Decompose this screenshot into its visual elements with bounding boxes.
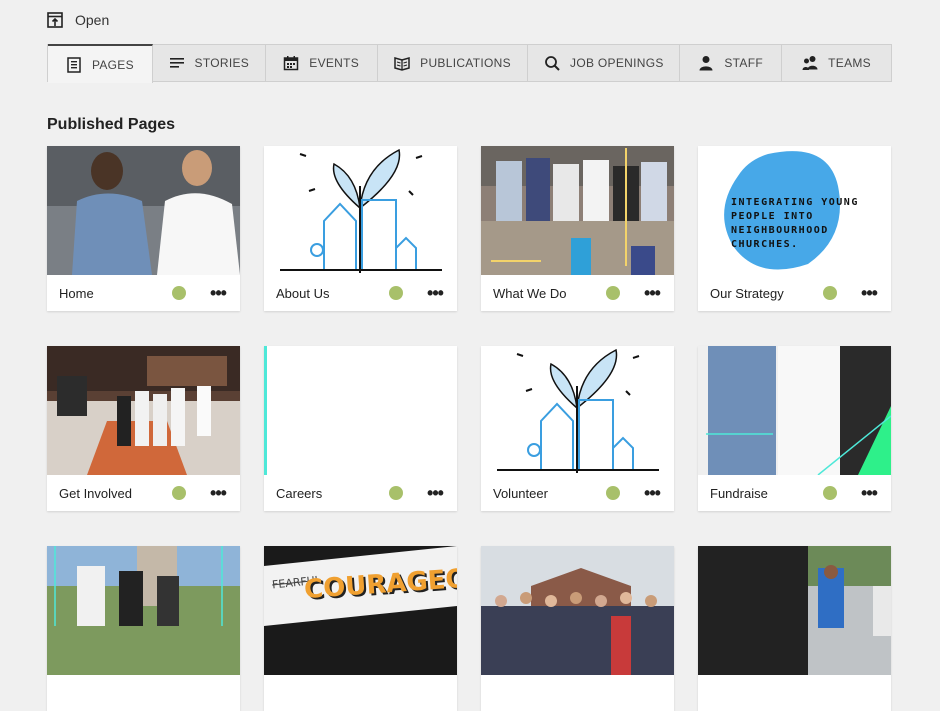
card-title: Home	[59, 285, 94, 301]
status-indicator	[389, 286, 403, 300]
more-options-icon[interactable]: •••	[425, 484, 445, 502]
card-title: What We Do	[493, 285, 567, 301]
page-card-row3-3[interactable]	[481, 546, 674, 711]
page-card-what-we-do[interactable]: What We Do •••	[481, 146, 674, 311]
page-thumbnail	[264, 146, 457, 275]
card-footer: What We Do •••	[481, 275, 674, 311]
card-footer: Volunteer •••	[481, 475, 674, 511]
card-title: Volunteer	[493, 485, 548, 501]
card-footer: Our Strategy •••	[698, 275, 891, 311]
more-options-icon[interactable]: •••	[208, 284, 228, 302]
more-options-icon[interactable]: •••	[859, 484, 879, 502]
card-title: Our Strategy	[710, 285, 784, 301]
page-thumbnail	[264, 346, 457, 475]
sprout-city-illustration	[481, 346, 674, 475]
tab-stories[interactable]: STORIES	[153, 45, 266, 81]
status-indicator	[606, 486, 620, 500]
tab-pages[interactable]: PAGES	[48, 44, 153, 83]
more-options-icon[interactable]: •••	[642, 284, 662, 302]
page-thumbnail: FEARFUL COURAGEOUS	[264, 546, 457, 675]
group-icon	[802, 56, 818, 70]
tab-label: EVENTS	[309, 56, 360, 70]
tab-job-openings[interactable]: JOB OPENINGS	[528, 45, 681, 81]
card-footer: Get Involved •••	[47, 475, 240, 511]
page-thumbnail: INTEGRATING YOUNG PEOPLE INTO NEIGHBOURH…	[698, 146, 891, 275]
card-title: Get Involved	[59, 485, 132, 501]
status-indicator	[823, 286, 837, 300]
page-thumbnail	[698, 546, 891, 675]
status-indicator	[606, 286, 620, 300]
page-card-our-strategy[interactable]: INTEGRATING YOUNG PEOPLE INTO NEIGHBOURH…	[698, 146, 891, 311]
page-thumbnail	[47, 146, 240, 275]
section-title: Published Pages	[47, 116, 176, 133]
page-card-row3-1[interactable]	[47, 546, 240, 711]
more-options-icon[interactable]: •••	[642, 484, 662, 502]
page-card-about-us[interactable]: About Us •••	[264, 146, 457, 311]
search-icon	[545, 56, 560, 71]
book-icon	[394, 57, 410, 71]
tab-events[interactable]: EVENTS	[266, 45, 378, 81]
page-card-row3-2[interactable]: FEARFUL COURAGEOUS	[264, 546, 457, 711]
page-card-fundraise[interactable]: Fundraise •••	[698, 346, 891, 511]
status-indicator	[389, 486, 403, 500]
person-icon	[699, 56, 713, 71]
status-indicator	[172, 486, 186, 500]
tab-label: PAGES	[91, 57, 134, 72]
page-card-get-involved[interactable]: Get Involved •••	[47, 346, 240, 511]
tab-label: STORIES	[194, 56, 250, 70]
tab-publications[interactable]: PUBLICATIONS	[378, 45, 529, 81]
card-footer: Careers •••	[264, 475, 457, 511]
card-title: About Us	[276, 285, 330, 301]
page-thumbnail	[481, 146, 674, 275]
page-thumbnail	[481, 346, 674, 475]
card-title: Careers	[276, 485, 323, 501]
tab-label: TEAMS	[828, 56, 871, 70]
open-control[interactable]: Open	[47, 10, 109, 30]
page-card-volunteer[interactable]: Volunteer •••	[481, 346, 674, 511]
page-card-home[interactable]: Home •••	[47, 146, 240, 311]
status-indicator	[172, 286, 186, 300]
more-options-icon[interactable]: •••	[859, 284, 879, 302]
page-thumbnail	[481, 546, 674, 675]
content-type-tabs: PAGES STORIES EVENTS PUBLICATIONS JOB OP…	[47, 44, 892, 83]
page-icon	[67, 56, 81, 73]
calendar-icon	[284, 56, 299, 71]
page-card-row3-4[interactable]	[698, 546, 891, 711]
card-footer: Fundraise •••	[698, 475, 891, 511]
pages-grid: Home ••• About Us ••• What We Do ••• INT…	[47, 146, 892, 711]
card-footer: About Us •••	[264, 275, 457, 311]
status-indicator	[823, 486, 837, 500]
strategy-text: INTEGRATING YOUNG PEOPLE INTO NEIGHBOURH…	[731, 197, 859, 250]
more-options-icon[interactable]: •••	[425, 284, 445, 302]
tab-label: PUBLICATIONS	[420, 56, 511, 70]
page-thumbnail	[698, 346, 891, 475]
open-label: Open	[75, 12, 110, 28]
page-thumbnail	[47, 346, 240, 475]
card-footer: Home •••	[47, 275, 240, 311]
tab-label: JOB OPENINGS	[570, 56, 664, 70]
page-thumbnail	[47, 546, 240, 675]
more-options-icon[interactable]: •••	[208, 484, 228, 502]
sprout-city-illustration	[264, 146, 457, 275]
card-title: Fundraise	[710, 485, 768, 501]
tab-label: STAFF	[724, 56, 763, 70]
open-icon	[47, 12, 63, 28]
tab-teams[interactable]: TEAMS	[782, 45, 891, 81]
page-card-careers[interactable]: Careers •••	[264, 346, 457, 511]
tab-staff[interactable]: STAFF	[680, 45, 783, 81]
lines-icon	[169, 58, 184, 68]
